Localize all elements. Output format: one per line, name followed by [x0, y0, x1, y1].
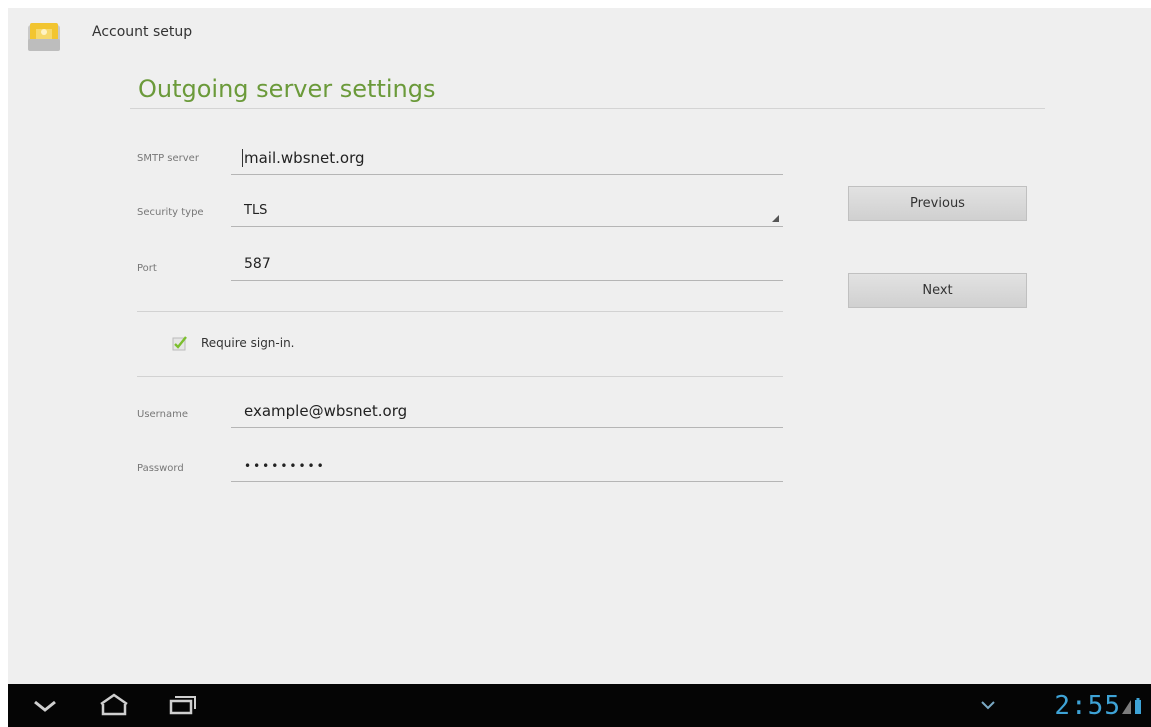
- port-label: Port: [137, 263, 157, 274]
- smtp-server-label: SMTP server: [137, 153, 199, 164]
- email-app-icon: [28, 23, 60, 51]
- section-title: Outgoing server settings: [138, 75, 436, 103]
- require-signin-label: Require sign-in.: [201, 336, 295, 350]
- notification-icon[interactable]: [981, 700, 995, 710]
- checkbox-checked-icon[interactable]: [172, 335, 188, 351]
- username-label: Username: [137, 409, 188, 420]
- home-icon[interactable]: [96, 684, 132, 727]
- password-label: Password: [137, 463, 184, 474]
- text-cursor: [242, 149, 243, 167]
- security-type-value: TLS: [244, 203, 268, 218]
- app-title: Account setup: [92, 24, 193, 40]
- divider: [137, 376, 783, 377]
- divider: [137, 311, 783, 312]
- username-field[interactable]: example@wbsnet.org: [231, 397, 783, 428]
- port-field[interactable]: 587: [231, 250, 783, 281]
- system-navigation-bar: 2:55: [8, 684, 1151, 727]
- dropdown-arrow-icon: [772, 215, 779, 222]
- next-button[interactable]: Next: [848, 273, 1027, 308]
- recent-apps-icon[interactable]: [165, 684, 199, 727]
- username-value: example@wbsnet.org: [244, 402, 408, 420]
- signal-battery-icon[interactable]: [1121, 696, 1143, 716]
- security-type-select[interactable]: TLS: [231, 196, 783, 227]
- previous-button[interactable]: Previous: [848, 186, 1027, 221]
- smtp-server-field[interactable]: mail.wbsnet.org: [231, 144, 783, 175]
- password-value: •••••••••: [244, 459, 326, 473]
- back-icon[interactable]: [30, 684, 60, 727]
- title-divider: [130, 108, 1045, 109]
- smtp-server-value: mail.wbsnet.org: [244, 149, 365, 167]
- port-value: 587: [244, 256, 271, 272]
- password-field[interactable]: •••••••••: [231, 451, 783, 482]
- clock[interactable]: 2:55: [1054, 691, 1121, 721]
- security-type-label: Security type: [137, 207, 204, 218]
